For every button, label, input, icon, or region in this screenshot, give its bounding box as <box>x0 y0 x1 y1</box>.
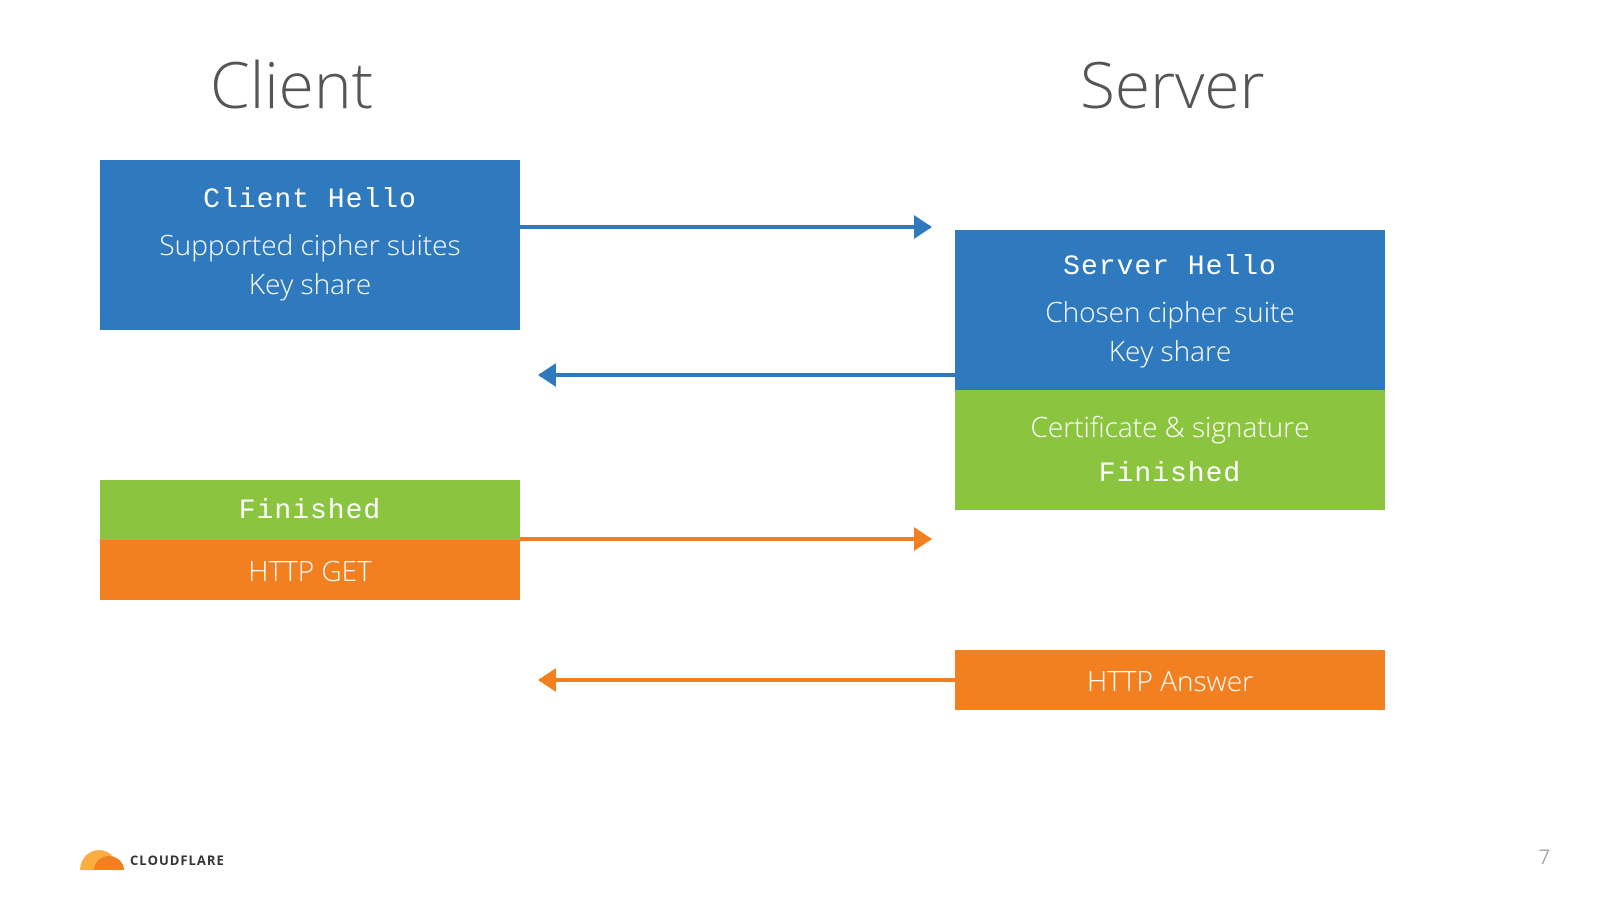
client-http-get: HTTP GET <box>100 552 520 591</box>
client-hello-line2: Key share <box>100 265 520 304</box>
cloudflare-logo: CLOUDFLARE <box>80 850 225 870</box>
server-hello-box: Server Hello Chosen cipher suite Key sha… <box>955 230 1385 390</box>
client-http-box: HTTP GET <box>100 540 520 600</box>
arrow-http-get <box>520 537 930 541</box>
client-finished-box: Finished <box>100 480 520 540</box>
arrow-client-hello <box>520 225 930 229</box>
server-heading: Server <box>1080 40 1264 127</box>
server-http-answer: HTTP Answer <box>955 662 1385 701</box>
arrow-http-answer <box>540 678 955 682</box>
server-hello-title: Server Hello <box>955 252 1385 283</box>
server-cert-box: Certificate & signature Finished <box>955 390 1385 510</box>
server-cert-line1: Certificate & signature <box>955 408 1385 447</box>
client-hello-box: Client Hello Supported cipher suites Key… <box>100 160 520 330</box>
server-hello-line2: Key share <box>955 332 1385 371</box>
page-number: 7 <box>1539 843 1550 870</box>
cloudflare-icon <box>80 850 124 870</box>
client-hello-line1: Supported cipher suites <box>100 226 520 265</box>
arrow-server-hello <box>540 373 955 377</box>
server-http-box: HTTP Answer <box>955 650 1385 710</box>
server-hello-line1: Chosen cipher suite <box>955 293 1385 332</box>
client-finished: Finished <box>100 492 520 531</box>
client-hello-title: Client Hello <box>100 185 520 216</box>
server-cert-finished: Finished <box>955 455 1385 494</box>
cloudflare-text: CLOUDFLARE <box>130 851 225 869</box>
client-heading: Client <box>210 40 373 127</box>
